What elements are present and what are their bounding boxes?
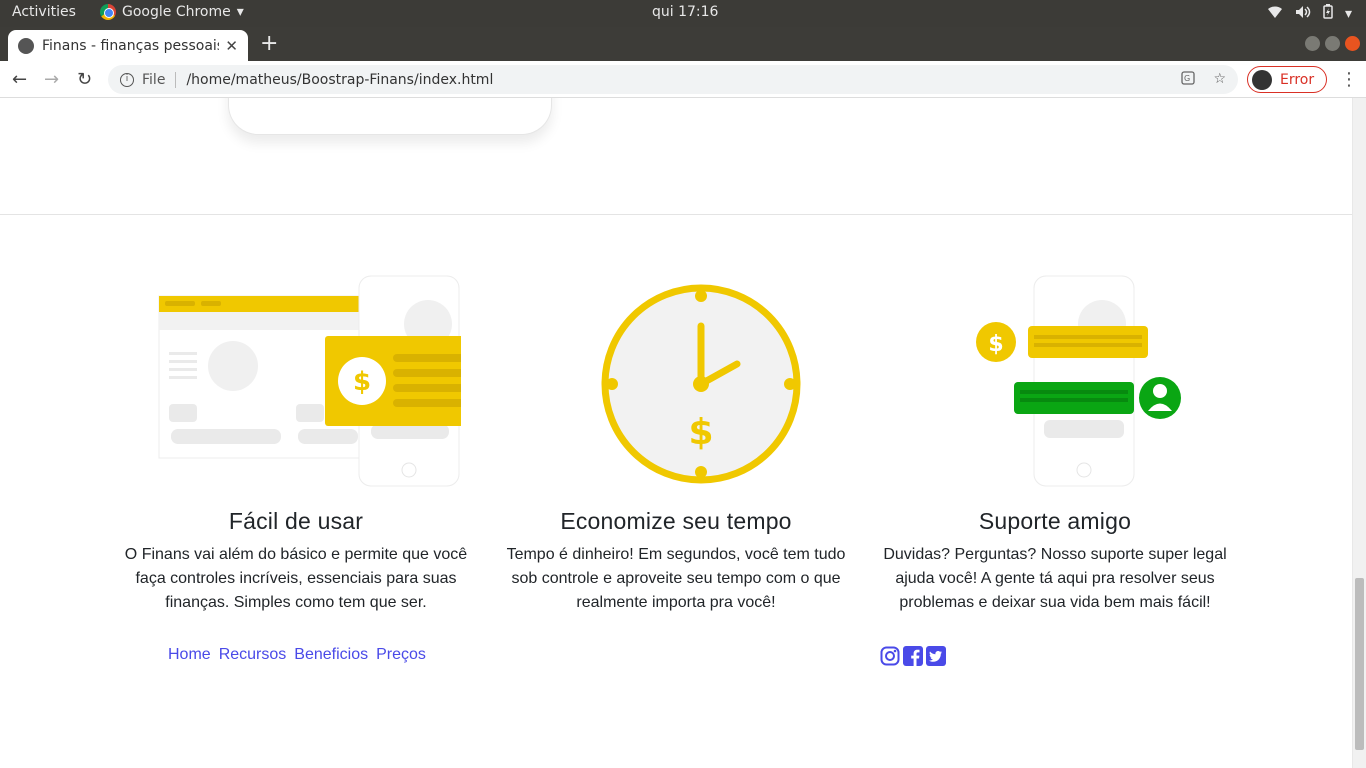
- close-tab-icon[interactable]: ✕: [225, 37, 238, 55]
- footer-nav: Home Recursos Beneficios Preços: [168, 646, 426, 664]
- reload-button[interactable]: ↻: [77, 69, 92, 90]
- avatar: [1252, 69, 1272, 90]
- app-name: Google Chrome: [122, 4, 231, 20]
- feature-title: Fácil de usar: [228, 508, 364, 534]
- feature-friendly-support: $ Suporte amigo Duvidas? Perguntas? Noss…: [865, 274, 1245, 615]
- feature-title: Suporte amigo: [978, 508, 1132, 534]
- back-button[interactable]: ←: [12, 69, 27, 90]
- close-window-button[interactable]: [1345, 36, 1360, 51]
- app-menu[interactable]: Google Chrome ▾: [100, 4, 244, 20]
- browser-menu-icon[interactable]: ⋮: [1340, 69, 1358, 90]
- translate-icon[interactable]: G: [1181, 70, 1196, 89]
- url-scheme: File: [142, 71, 166, 88]
- footer-link-precos[interactable]: Preços: [376, 646, 426, 664]
- dashboard-illustration: $: [158, 275, 461, 487]
- omnibox-separator: [175, 71, 177, 88]
- page-scrollbar[interactable]: [1352, 98, 1366, 768]
- chevron-down-icon: ▾: [236, 4, 244, 20]
- battery-icon: [1323, 4, 1333, 23]
- tab-strip: Finans - finanças pessoais ✕ +: [0, 27, 1366, 61]
- scrollbar-thumb[interactable]: [1355, 578, 1364, 750]
- phone-mockup-bottom: [228, 98, 552, 135]
- feature-description: O Finans vai além do básico e permite qu…: [124, 546, 468, 611]
- svg-text:G: G: [1184, 74, 1190, 83]
- tab-title: Finans - finanças pessoais: [42, 37, 220, 54]
- footer-link-home[interactable]: Home: [168, 646, 211, 664]
- globe-icon: [18, 37, 34, 54]
- feature-easy-to-use: $ Fácil de usar O Finans vai além do bás…: [106, 274, 486, 615]
- bookmark-star-icon[interactable]: ☆: [1213, 71, 1226, 89]
- browser-tab[interactable]: Finans - finanças pessoais ✕: [8, 30, 248, 61]
- system-tray[interactable]: ▾: [1267, 4, 1352, 23]
- chrome-icon: [100, 4, 116, 20]
- activities-button[interactable]: Activities: [12, 4, 76, 20]
- maximize-button[interactable]: [1325, 36, 1340, 51]
- wifi-icon: [1267, 5, 1283, 23]
- feature-description: Tempo é dinheiro! Em segundos, você tem …: [506, 546, 846, 611]
- feature-description: Duvidas? Perguntas? Nosso suporte super …: [883, 546, 1227, 611]
- profile-error-button[interactable]: Error: [1247, 66, 1327, 93]
- svg-text:$: $: [688, 412, 713, 453]
- twitter-icon[interactable]: [926, 646, 946, 670]
- minimize-button[interactable]: [1305, 36, 1320, 51]
- window-controls: [1305, 36, 1360, 51]
- browser-toolbar: ← → ↻ i File /home/matheus/Boostrap-Fina…: [0, 61, 1366, 98]
- forward-button[interactable]: →: [44, 69, 59, 90]
- page-viewport: $ Fácil de usar O Finans vai além do bás…: [0, 98, 1352, 768]
- clock[interactable]: qui 17:16: [652, 4, 718, 20]
- facebook-icon[interactable]: [903, 646, 923, 670]
- footer-link-recursos[interactable]: Recursos: [219, 646, 287, 664]
- profile-status-label: Error: [1280, 71, 1315, 88]
- support-chat-illustration: $: [976, 275, 1181, 487]
- system-top-bar: Activities Google Chrome ▾ qui 17:16 ▾: [0, 0, 1366, 27]
- site-info-icon[interactable]: i: [120, 72, 134, 87]
- address-bar[interactable]: i File /home/matheus/Boostrap-Finans/ind…: [108, 65, 1238, 94]
- instagram-icon[interactable]: [880, 646, 900, 670]
- url-text[interactable]: /home/matheus/Boostrap-Finans/index.html: [186, 72, 493, 88]
- chevron-down-icon: ▾: [1344, 5, 1352, 22]
- svg-text:$: $: [988, 332, 1003, 357]
- section-divider: [0, 214, 1352, 215]
- feature-save-time: $ Economize seu tempo Tempo é dinheiro! …: [486, 274, 866, 615]
- footer-link-beneficios[interactable]: Beneficios: [294, 646, 368, 664]
- clock-illustration: $: [601, 284, 801, 484]
- social-links: [880, 646, 946, 670]
- volume-icon: [1295, 5, 1311, 23]
- svg-text:$: $: [353, 367, 371, 397]
- feature-title: Economize seu tempo: [560, 508, 792, 534]
- new-tab-button[interactable]: +: [260, 31, 278, 56]
